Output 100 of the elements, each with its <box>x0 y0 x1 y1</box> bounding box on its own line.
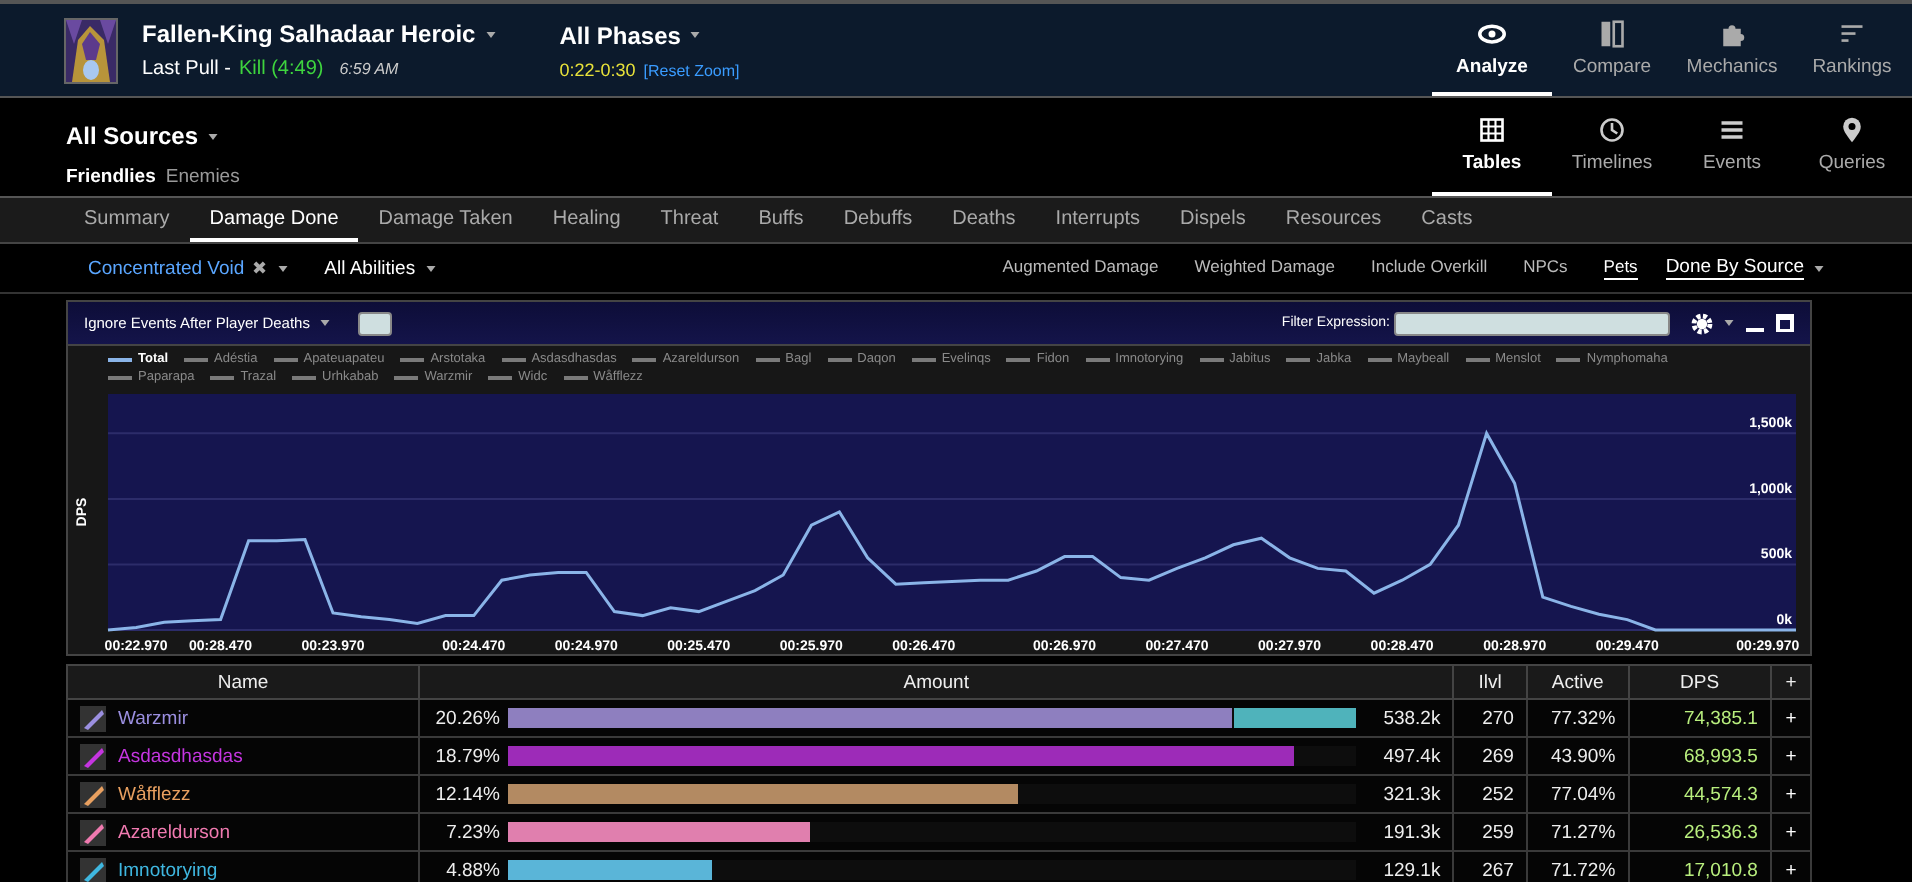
report-tab[interactable]: Healing <box>532 198 641 242</box>
compare-icon <box>1598 19 1626 47</box>
active-cell: 77.32% <box>1526 699 1629 737</box>
percent-text: 12.14% <box>433 783 500 805</box>
report-tab[interactable]: Deaths <box>932 198 1036 242</box>
report-tab[interactable]: Damage Done <box>189 198 359 242</box>
eye-icon <box>1478 19 1506 47</box>
caret-icon <box>1814 265 1824 271</box>
report-tab[interactable]: Interrupts <box>1035 198 1161 242</box>
column-header[interactable]: + <box>1770 665 1811 699</box>
caret-icon <box>425 265 436 271</box>
sources-dropdown[interactable]: All Sources <box>66 122 199 150</box>
dps-cell: 68,993.5 <box>1628 737 1771 775</box>
target-filter[interactable]: Concentrated Void <box>88 257 245 279</box>
nav-tab[interactable]: Compare <box>1552 4 1672 96</box>
active-cell: 71.72% <box>1526 851 1629 882</box>
time-range: 0:22-0:30 <box>559 59 636 79</box>
percent-text: 7.23% <box>444 821 500 843</box>
caret-icon <box>485 31 496 37</box>
map-pin-icon <box>1838 116 1866 144</box>
expand-button[interactable]: + <box>1770 775 1811 813</box>
source-filter[interactable]: Enemies <box>165 166 240 188</box>
filter-expression-field[interactable] <box>1394 311 1670 335</box>
caret-icon <box>690 32 701 38</box>
amount-text: 321.3k <box>1381 783 1441 805</box>
puzzle-icon <box>1718 19 1746 47</box>
class-icon <box>80 705 106 731</box>
active-cell: 43.90% <box>1526 737 1629 775</box>
report-tab[interactable]: Dispels <box>1160 198 1266 242</box>
column-header: Active <box>1526 665 1629 699</box>
nav-tab[interactable]: Analyze <box>1432 4 1552 96</box>
amount-text: 538.2k <box>1381 707 1441 729</box>
column-header: Amount <box>419 665 1454 699</box>
source-filter[interactable]: Friendlies <box>66 166 156 188</box>
report-tab[interactable]: Summary <box>64 198 190 242</box>
dps-cell: 26,536.3 <box>1628 813 1771 851</box>
player-name[interactable]: Warzmir <box>118 707 188 729</box>
column-header: Ilvl <box>1453 665 1527 699</box>
grid-icon <box>1478 116 1506 144</box>
percent-text: 20.26% <box>433 707 500 729</box>
class-icon <box>80 781 106 807</box>
dps-cell: 74,385.1 <box>1628 699 1771 737</box>
abilities-dropdown[interactable]: All Abilities <box>324 257 416 279</box>
percent-text: 4.88% <box>444 859 500 881</box>
expand-button[interactable]: + <box>1770 737 1811 775</box>
maximize-icon[interactable] <box>1776 314 1794 332</box>
ilvl-cell: 270 <box>1453 699 1527 737</box>
phase-dropdown[interactable]: All Phases <box>559 21 681 49</box>
fight-dropdown[interactable]: Fallen-King Salhadaar Heroic <box>142 20 476 48</box>
kill-result: Kill (4:49) <box>238 58 324 80</box>
player-name[interactable]: Wåfflezz <box>118 783 191 805</box>
amount-text: 129.1k <box>1381 859 1441 881</box>
caret-icon <box>278 265 289 271</box>
percent-text: 18.79% <box>433 745 500 767</box>
option-toggle[interactable]: Weighted Damage <box>1194 256 1335 280</box>
option-toggle[interactable]: Augmented Damage <box>1002 256 1159 280</box>
options-button[interactable] <box>357 311 392 335</box>
amount-text: 191.3k <box>1381 821 1441 843</box>
option-toggle[interactable]: NPCs <box>1523 256 1568 280</box>
clear-target-button[interactable]: ✖ <box>252 258 269 278</box>
report-tab[interactable]: Debuffs <box>823 198 933 242</box>
class-icon <box>80 819 106 845</box>
report-tab[interactable]: Damage Taken <box>358 198 533 242</box>
class-icon <box>80 743 106 769</box>
ilvl-cell: 259 <box>1453 813 1527 851</box>
grouping-dropdown[interactable]: Done By Source <box>1665 256 1804 280</box>
reset-zoom-link[interactable]: [Reset Zoom] <box>643 61 740 79</box>
view-tab[interactable]: Queries <box>1792 98 1912 196</box>
report-tab[interactable]: Casts <box>1401 198 1493 242</box>
active-cell: 71.27% <box>1526 813 1629 851</box>
settings-icon[interactable] <box>1690 311 1714 335</box>
column-header: Name <box>67 665 419 699</box>
report-tab[interactable]: Buffs <box>738 198 824 242</box>
ilvl-cell: 252 <box>1453 775 1527 813</box>
expand-button[interactable]: + <box>1770 699 1811 737</box>
sort-lines-icon <box>1838 19 1866 47</box>
list-icon <box>1718 116 1746 144</box>
report-tab[interactable]: Resources <box>1265 198 1402 242</box>
ilvl-cell: 267 <box>1453 851 1527 882</box>
caret-icon <box>1724 320 1734 326</box>
nav-tab[interactable]: Mechanics <box>1672 4 1792 96</box>
active-cell: 77.04% <box>1526 775 1629 813</box>
dps-cell: 44,574.3 <box>1628 775 1771 813</box>
dps-cell: 17,010.8 <box>1628 851 1771 882</box>
caret-icon <box>319 320 330 326</box>
report-tab[interactable]: Threat <box>640 198 739 242</box>
expand-button[interactable]: + <box>1770 813 1811 851</box>
clock-icon <box>1598 116 1626 144</box>
player-name[interactable]: Azareldurson <box>118 821 230 843</box>
option-toggle[interactable]: Include Overkill <box>1370 256 1488 280</box>
view-tab[interactable]: Events <box>1672 98 1792 196</box>
last-pull-label: Last Pull - <box>142 58 231 80</box>
view-tab[interactable]: Timelines <box>1552 98 1672 196</box>
column-header: DPS <box>1628 665 1771 699</box>
nav-tab[interactable]: Rankings <box>1792 4 1912 96</box>
ilvl-cell: 269 <box>1453 737 1527 775</box>
pull-time: 6:59 AM <box>339 60 399 78</box>
amount-text: 497.4k <box>1381 745 1441 767</box>
option-toggle[interactable]: Pets <box>1603 256 1638 280</box>
caret-icon <box>208 133 219 139</box>
